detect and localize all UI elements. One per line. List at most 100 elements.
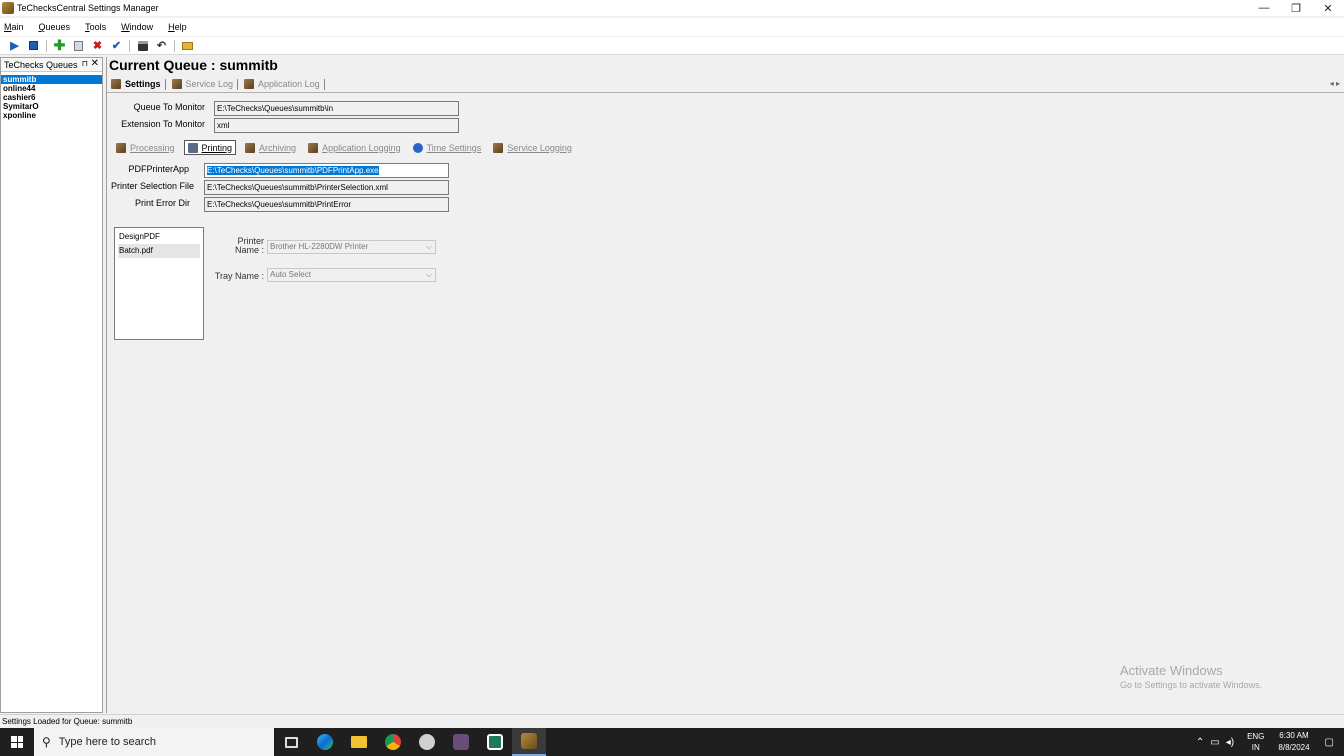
- subtab-label: Archiving: [259, 142, 297, 153]
- app-icon: [2, 2, 14, 14]
- add-icon[interactable]: ✚: [53, 37, 66, 53]
- printer-name-value: Brother HL-2280DW Printer: [270, 242, 369, 251]
- pdf-printer-app-field[interactable]: E:\TeChecks\Queues\summitb\PDFPrintApp.e…: [204, 163, 449, 178]
- subtab-processing[interactable]: Processing: [113, 140, 178, 155]
- list-item[interactable]: Batch.pdf: [118, 244, 200, 258]
- toolbar: ▶ ✚ ✖ ✔ ↶: [0, 37, 1344, 55]
- language-indicator[interactable]: ENG IN: [1247, 731, 1264, 753]
- close-button[interactable]: ✕: [1312, 0, 1344, 16]
- toolbar-separator: [129, 39, 130, 52]
- printer-name-label-line2: Name :: [234, 245, 264, 255]
- open-folder-icon[interactable]: [181, 39, 194, 52]
- check-icon[interactable]: ✔: [110, 39, 123, 52]
- language-code: ENG: [1247, 732, 1265, 741]
- tab-scroll-arrows[interactable]: ◂ ▸: [1330, 79, 1340, 88]
- chevron-down-icon: ⌵: [425, 270, 432, 279]
- log-icon: [308, 142, 319, 153]
- play-icon[interactable]: ▶: [8, 39, 21, 52]
- tab-separator: [237, 78, 239, 90]
- edit-icon[interactable]: [72, 39, 85, 52]
- minimize-button[interactable]: —: [1248, 0, 1280, 16]
- menu-tools[interactable]: Tools: [85, 22, 106, 32]
- file-explorer-icon[interactable]: [342, 728, 376, 756]
- queue-item-summitb[interactable]: summitb: [1, 75, 102, 84]
- task-view-icon[interactable]: [274, 728, 308, 756]
- queue-item-symitaro[interactable]: SymitarO: [1, 102, 102, 111]
- settings-subtabs: Processing Printing Archiving Applicatio…: [113, 139, 581, 156]
- system-tray: ⌃ ▭ ◂) ENG IN 6:30 AM 8/8/2024 ▢: [1193, 728, 1344, 756]
- subtab-application-logging[interactable]: Application Logging: [305, 140, 404, 155]
- printer-icon: [187, 142, 198, 153]
- window-controls: — ❐ ✕: [1248, 0, 1344, 16]
- subtab-archiving[interactable]: Archiving: [242, 140, 299, 155]
- printer-name-label: Printer Name :: [217, 237, 264, 255]
- taskbar-search[interactable]: ⚲ Type here to search: [34, 728, 274, 756]
- save-icon[interactable]: [136, 39, 149, 52]
- volume-icon[interactable]: ◂): [1226, 737, 1234, 748]
- subtab-label: Time Settings: [426, 142, 482, 153]
- restore-button[interactable]: ❐: [1280, 0, 1312, 16]
- queue-item-cashier6[interactable]: cashier6: [1, 93, 102, 102]
- tab-settings[interactable]: Settings: [111, 78, 166, 90]
- queue-to-monitor-label: Queue To Monitor: [133, 102, 205, 112]
- search-placeholder: Type here to search: [58, 736, 157, 748]
- log-icon: [244, 79, 255, 89]
- taskbar: ⚲ Type here to search ⌃ ▭ ◂) ENG IN 6:30…: [0, 728, 1344, 756]
- tray-name-value: Auto Select: [270, 270, 311, 279]
- print-error-dir-field[interactable]: E:\TeChecks\Queues\summitb\PrintError: [204, 197, 449, 212]
- pin-icon[interactable]: ⊓: [82, 59, 88, 68]
- subtab-service-logging[interactable]: Service Logging: [490, 140, 575, 155]
- notification-icon[interactable]: ▢: [1325, 737, 1334, 748]
- menu-queues[interactable]: Queues: [39, 22, 71, 32]
- network-icon[interactable]: ▭: [1210, 737, 1219, 748]
- chevron-up-icon[interactable]: ⌃: [1196, 737, 1204, 748]
- app-icon[interactable]: [444, 728, 478, 756]
- queue-list: summitb online44 cashier6 SymitarO xponl…: [1, 75, 102, 120]
- stop-icon[interactable]: [27, 39, 40, 52]
- menu-help[interactable]: Help: [168, 22, 187, 32]
- subtab-label: Service Logging: [507, 142, 572, 153]
- toolbar-separator: [46, 39, 47, 52]
- queue-to-monitor-field[interactable]: E:\TeChecks\Queues\summitb\in: [214, 101, 459, 116]
- status-bar: Settings Loaded for Queue: summitb: [0, 714, 1344, 728]
- printer-name-select[interactable]: Brother HL-2280DW Printer ⌵: [267, 240, 436, 254]
- close-icon[interactable]: ✕: [91, 58, 99, 69]
- undo-icon[interactable]: ↶: [155, 39, 168, 52]
- edge-icon[interactable]: [308, 728, 342, 756]
- archive-icon: [245, 142, 256, 153]
- printer-selection-file-field[interactable]: E:\TeChecks\Queues\summitb\PrinterSelect…: [204, 180, 449, 195]
- pdf-printer-app-label: PDFPrinterApp: [128, 164, 189, 174]
- queues-panel-header: TeChecks Queues ⊓ ✕: [1, 58, 102, 72]
- window-title: TeChecksCentral Settings Manager: [17, 3, 159, 13]
- tab-service-log[interactable]: Service Log: [171, 78, 239, 90]
- windows-icon: [11, 736, 23, 748]
- search-icon: ⚲: [42, 735, 51, 749]
- activate-windows-watermark: Activate Windows Go to Settings to activ…: [1120, 663, 1262, 690]
- subtab-time-settings[interactable]: Time Settings: [410, 140, 485, 155]
- queue-item-xponline[interactable]: xponline: [1, 111, 102, 120]
- extension-to-monitor-field[interactable]: xml: [214, 118, 459, 133]
- list-item[interactable]: DesignPDF: [118, 230, 200, 244]
- menu-window[interactable]: Window: [121, 22, 153, 32]
- subtab-label: Processing: [130, 142, 175, 153]
- tray-name-label: Tray Name :: [214, 271, 264, 281]
- tray-name-select[interactable]: Auto Select ⌵: [267, 268, 436, 282]
- settings-manager-taskbar-icon[interactable]: [512, 728, 546, 756]
- toolbar-separator: [174, 39, 175, 52]
- clock-time: 6:30 AM: [1279, 731, 1309, 740]
- tab-label: Application Log: [258, 79, 320, 89]
- watermark-title: Activate Windows: [1120, 663, 1223, 678]
- taskbar-clock[interactable]: 6:30 AM 8/8/2024: [1278, 730, 1309, 754]
- menu-main[interactable]: Main: [4, 22, 24, 32]
- app-icon[interactable]: [478, 728, 512, 756]
- chrome-icon[interactable]: [376, 728, 410, 756]
- main-content: Current Queue : summitb Settings Service…: [106, 57, 1344, 713]
- start-button[interactable]: [0, 728, 34, 756]
- tab-application-log[interactable]: Application Log: [244, 78, 325, 90]
- app-icon[interactable]: [410, 728, 444, 756]
- tab-label: Settings: [125, 79, 161, 89]
- delete-icon[interactable]: ✖: [91, 39, 104, 52]
- subtab-printing[interactable]: Printing: [183, 140, 237, 155]
- log-icon: [171, 79, 182, 89]
- queue-item-online44[interactable]: online44: [1, 84, 102, 93]
